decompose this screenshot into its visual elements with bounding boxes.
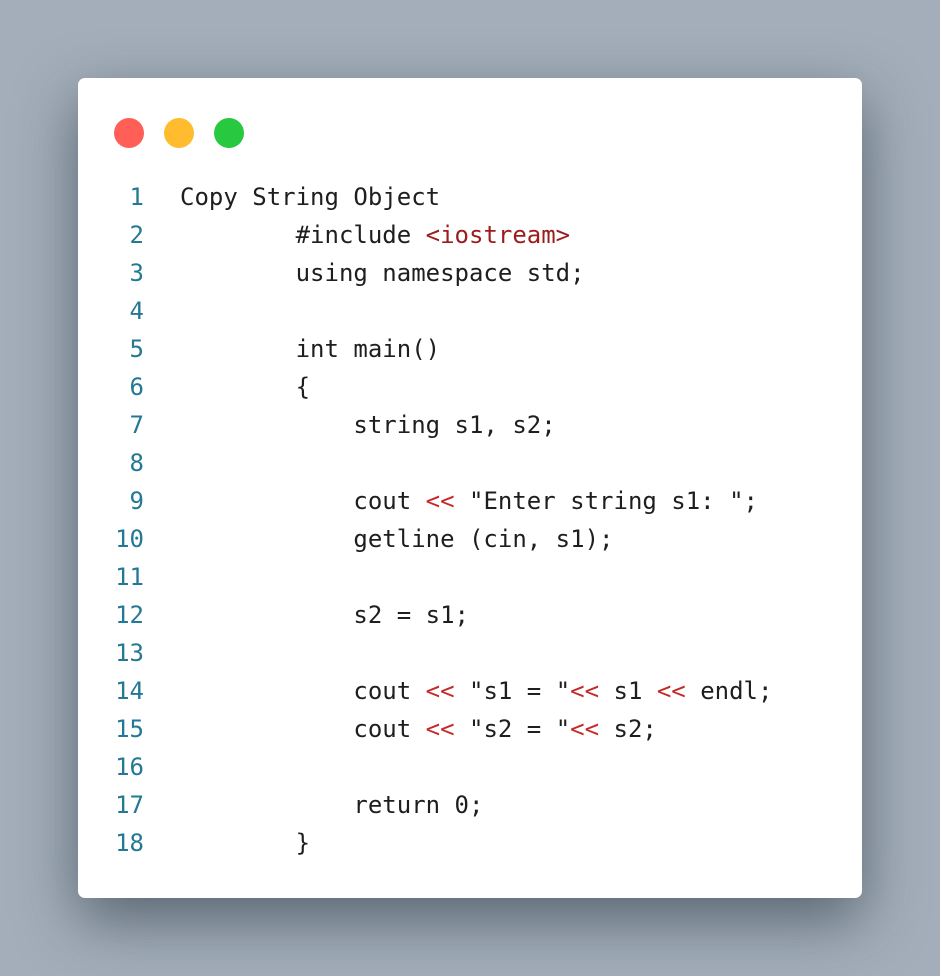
code-token: endl;	[685, 677, 773, 705]
code-token: <<	[425, 715, 455, 743]
code-token: s2;	[599, 715, 657, 743]
line-text: return 0;	[180, 786, 483, 824]
code-line: 14 cout << "s1 = "<< s1 << endl;	[78, 672, 862, 710]
line-number: 5	[129, 335, 144, 363]
code-token: <<	[425, 487, 455, 515]
line-text: cout << "Enter string s1: ";	[180, 482, 758, 520]
line-number: 10	[115, 525, 144, 553]
code-line: 16	[78, 748, 862, 786]
code-token: <<	[570, 677, 600, 705]
code-line: 4	[78, 292, 862, 330]
code-line: 15 cout << "s2 = "<< s2;	[78, 710, 862, 748]
code-line: 3 using namespace std;	[78, 254, 862, 292]
close-dot-icon[interactable]	[114, 118, 144, 148]
line-number: 3	[129, 259, 144, 287]
line-text: s2 = s1;	[180, 596, 469, 634]
line-number: 15	[115, 715, 144, 743]
line-number: 2	[129, 221, 144, 249]
code-token: #include	[180, 221, 426, 249]
code-window: 1 Copy String Object 2 #include <iostream>…	[78, 78, 862, 898]
minimize-dot-icon[interactable]	[164, 118, 194, 148]
code-token: s1	[599, 677, 657, 705]
line-text: #include <iostream>	[180, 216, 571, 254]
code-line: 9 cout << "Enter string s1: ";	[78, 482, 862, 520]
line-number: 14	[115, 677, 144, 705]
line-text: getline (cin, s1);	[180, 520, 613, 558]
code-token: <iostream>	[425, 221, 571, 249]
code-line: 7 string s1, s2;	[78, 406, 862, 444]
code-line: 12 s2 = s1;	[78, 596, 862, 634]
code-token: {	[180, 373, 311, 401]
line-number: 1	[129, 183, 144, 211]
code-token: cout	[180, 677, 426, 705]
code-line: 11	[78, 558, 862, 596]
line-number: 8	[129, 449, 144, 477]
code-line: 1 Copy String Object	[78, 178, 862, 216]
code-line: 8	[78, 444, 862, 482]
line-number: 6	[129, 373, 144, 401]
code-line: 10 getline (cin, s1);	[78, 520, 862, 558]
line-number: 4	[129, 297, 144, 325]
code-line: 5 int main()	[78, 330, 862, 368]
line-text: string s1, s2;	[180, 406, 556, 444]
code-token: cout	[180, 715, 426, 743]
line-text: {	[180, 368, 310, 406]
code-block: 1 Copy String Object 2 #include <iostream>…	[78, 178, 862, 862]
line-number: 9	[129, 487, 144, 515]
code-token: <<	[656, 677, 686, 705]
code-token: getline (cin, s1);	[180, 525, 614, 553]
code-token: "Enter string s1: ";	[454, 487, 758, 515]
code-token: }	[180, 829, 311, 857]
code-line: 18 }	[78, 824, 862, 862]
line-number: 12	[115, 601, 144, 629]
line-text: using namespace std;	[180, 254, 585, 292]
line-number: 13	[115, 639, 144, 667]
code-token: Copy String Object	[180, 183, 441, 211]
line-number: 16	[115, 753, 144, 781]
code-token: "s2 = "	[454, 715, 571, 743]
code-token: using namespace std;	[180, 259, 585, 287]
code-line: 13	[78, 634, 862, 672]
code-token: string s1, s2;	[180, 411, 556, 439]
code-line: 2 #include <iostream>	[78, 216, 862, 254]
code-token: cout	[180, 487, 426, 515]
line-text: }	[180, 824, 310, 862]
code-token: return 0;	[180, 791, 484, 819]
line-number: 17	[115, 791, 144, 819]
line-text: cout << "s1 = "<< s1 << endl;	[180, 672, 772, 710]
code-line: 6 {	[78, 368, 862, 406]
line-number: 11	[115, 563, 144, 591]
code-line: 17 return 0;	[78, 786, 862, 824]
code-token: <<	[570, 715, 600, 743]
line-text: cout << "s2 = "<< s2;	[180, 710, 657, 748]
code-token: "s1 = "	[454, 677, 571, 705]
line-text: Copy String Object	[180, 178, 440, 216]
line-text: int main()	[180, 330, 441, 368]
line-number: 7	[129, 411, 144, 439]
code-token: s2 = s1;	[180, 601, 469, 629]
maximize-dot-icon[interactable]	[214, 118, 244, 148]
line-number: 18	[115, 829, 144, 857]
code-token: <<	[425, 677, 455, 705]
code-token: int main()	[180, 335, 441, 363]
